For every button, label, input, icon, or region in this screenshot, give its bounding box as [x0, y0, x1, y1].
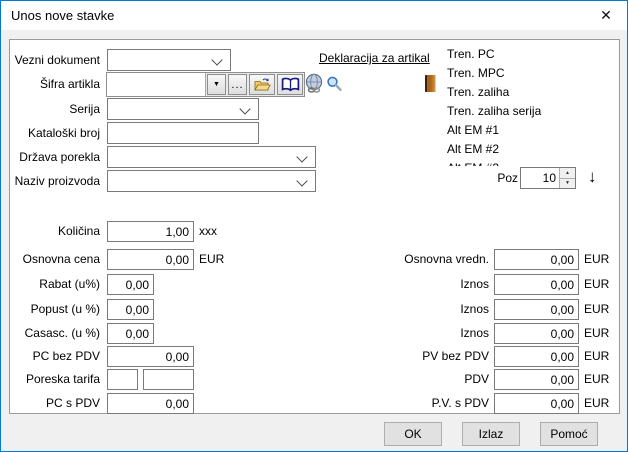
- pdv-label: PDV: [361, 372, 489, 387]
- pc-s-pdv-label: PC s PDV: [1, 396, 100, 411]
- spin-down-icon: ▼: [565, 180, 570, 186]
- list-item: Tren. zaliha: [447, 83, 597, 102]
- iznos-2-input[interactable]: [494, 299, 579, 320]
- kolicina-input[interactable]: [107, 221, 194, 242]
- dropdown-arrow-icon: ▼: [213, 81, 220, 88]
- izlaz-button[interactable]: Izlaz: [462, 422, 520, 446]
- list-item: Alt EM #1: [447, 121, 597, 140]
- vezni-dokument-combobox[interactable]: [107, 49, 231, 71]
- move-down-arrow-button[interactable]: ↓: [588, 167, 597, 187]
- currency-label: EUR: [584, 277, 609, 291]
- serija-combobox[interactable]: [107, 98, 259, 120]
- vezni-dokument-label: Vezni dokument: [1, 53, 100, 68]
- close-icon: ✕: [600, 7, 612, 24]
- currency-label: EUR: [584, 396, 609, 410]
- poz-spin-buttons: ▲ ▼: [559, 168, 575, 188]
- kataloski-broj-input[interactable]: [107, 122, 259, 144]
- popust-input[interactable]: [107, 299, 154, 320]
- sifra-artikla-group: ▼ ...: [106, 72, 305, 97]
- open-folder-button[interactable]: [249, 74, 275, 95]
- popust-label: Popust (u %): [1, 302, 100, 317]
- ok-button[interactable]: OK: [384, 422, 442, 446]
- window-title: Unos nove stavke: [11, 8, 114, 23]
- open-book-icon: [281, 77, 300, 92]
- pv-s-pdv-input[interactable]: [494, 393, 579, 414]
- spin-up-button[interactable]: ▲: [560, 168, 575, 179]
- rabat-label: Rabat (u%): [1, 277, 100, 292]
- osnovna-vredn-label: Osnovna vredn.: [361, 252, 489, 267]
- list-item: Tren. MPC: [447, 64, 597, 83]
- iznos-3-input[interactable]: [494, 323, 579, 344]
- dialog-unos-nove-stavke: Unos nove stavke ✕ Vezni dokument Šifra …: [0, 0, 628, 452]
- chevron-down-icon: [239, 103, 250, 114]
- serija-label: Serija: [1, 102, 100, 117]
- poreska-tarifa-code-input[interactable]: [107, 369, 138, 390]
- kataloski-broj-label: Kataloški broj: [1, 126, 100, 141]
- kolicina-label: Količina: [1, 224, 100, 239]
- pv-bez-pdv-input[interactable]: [494, 346, 579, 367]
- pv-bez-pdv-label: PV bez PDV: [361, 349, 489, 364]
- close-button[interactable]: ✕: [585, 1, 627, 30]
- poreska-tarifa-label: Poreska tarifa: [1, 372, 100, 387]
- currency-label: EUR: [584, 252, 609, 266]
- spin-up-icon: ▲: [565, 170, 570, 176]
- pc-s-pdv-input[interactable]: [107, 393, 194, 414]
- currency-label: EUR: [584, 372, 609, 386]
- list-item: Alt EM #3: [447, 159, 597, 166]
- pomoc-button[interactable]: Pomoć: [540, 422, 598, 446]
- search-icon[interactable]: [326, 76, 343, 98]
- poreska-tarifa-desc-input[interactable]: [143, 369, 194, 390]
- drzava-porekla-combobox[interactable]: [107, 146, 316, 168]
- pc-bez-pdv-input[interactable]: [107, 346, 194, 367]
- chevron-down-icon: [211, 54, 222, 65]
- list-item: Tren. PC: [447, 45, 597, 64]
- sifra-artikla-label: Šifra artikla: [1, 77, 100, 92]
- osnovna-vredn-input[interactable]: [494, 249, 579, 270]
- kolicina-unit: xxx: [199, 224, 217, 238]
- info-list: Tren. PC Tren. MPC Tren. zaliha Tren. za…: [447, 45, 597, 166]
- currency-label: EUR: [584, 349, 609, 363]
- iznos-1-label: Iznos: [361, 277, 489, 292]
- spin-down-button[interactable]: ▼: [560, 179, 575, 189]
- open-folder-icon: [254, 77, 271, 92]
- poz-input[interactable]: [521, 168, 559, 188]
- web-globe-icon[interactable]: [304, 73, 324, 99]
- casasconto-input[interactable]: [107, 323, 154, 344]
- deklaracija-za-artikal-link[interactable]: Deklaracija za artikal: [319, 51, 430, 65]
- naziv-proizvoda-label: Naziv proizvoda: [1, 174, 100, 189]
- chevron-down-icon: [296, 175, 307, 186]
- poz-spinner: ▲ ▼: [520, 167, 576, 189]
- casasconto-label: Casasc. (u %): [1, 326, 100, 341]
- sifra-artikla-input[interactable]: [107, 73, 206, 96]
- ellipsis-icon: ...: [231, 81, 243, 89]
- osnovna-cena-label: Osnovna cena: [1, 252, 100, 267]
- ellipsis-button[interactable]: ...: [228, 74, 247, 95]
- sifra-dropdown-button[interactable]: ▼: [207, 74, 226, 95]
- list-item: Alt EM #2: [447, 140, 597, 159]
- naziv-proizvoda-combobox[interactable]: [107, 170, 316, 192]
- pv-s-pdv-label: P.V. s PDV: [361, 396, 489, 411]
- currency-label: EUR: [584, 326, 609, 340]
- currency-label: EUR: [584, 302, 609, 316]
- poz-label: Poz: [451, 171, 518, 186]
- titlebar[interactable]: Unos nove stavke ✕: [1, 1, 627, 30]
- chevron-down-icon: [296, 151, 307, 162]
- osnovna-cena-input[interactable]: [107, 249, 194, 270]
- iznos-3-label: Iznos: [361, 326, 489, 341]
- catalog-book-button[interactable]: [277, 74, 303, 95]
- pc-bez-pdv-label: PC bez PDV: [1, 349, 100, 364]
- list-item: Tren. zaliha serija: [447, 102, 597, 121]
- book-spine-icon: [425, 75, 436, 92]
- osnovna-cena-currency: EUR: [199, 252, 224, 266]
- pdv-input[interactable]: [494, 369, 579, 390]
- iznos-1-input[interactable]: [494, 274, 579, 295]
- rabat-input[interactable]: [107, 274, 154, 295]
- iznos-2-label: Iznos: [361, 302, 489, 317]
- drzava-porekla-label: Država porekla: [1, 150, 100, 165]
